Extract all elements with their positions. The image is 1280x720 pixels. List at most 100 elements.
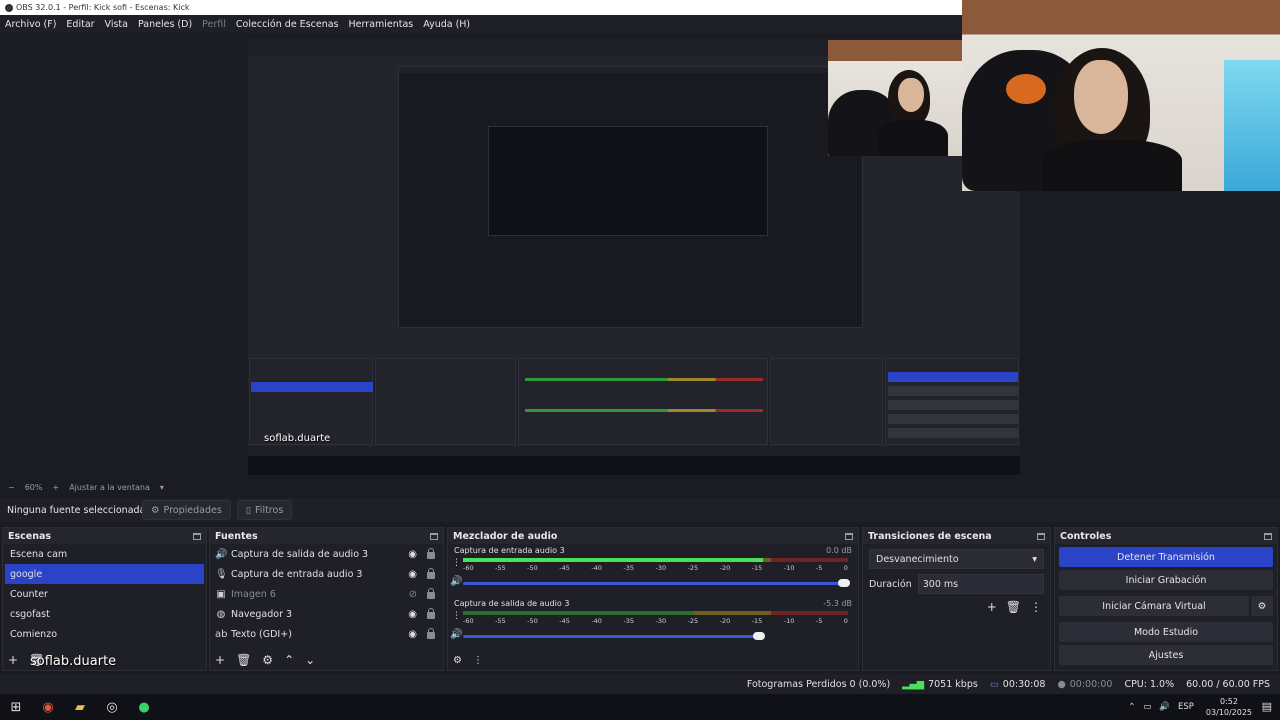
channel-menu-icon[interactable]: ⋮ <box>452 558 461 568</box>
nested-mixer-dock <box>518 358 768 445</box>
meter-tick-label: -25 <box>687 564 699 572</box>
notifications-icon[interactable]: ▤ <box>1262 700 1272 713</box>
undock-icon[interactable] <box>845 532 853 540</box>
advanced-audio-icon[interactable]: ⚙ <box>453 655 462 666</box>
menu-vista[interactable]: Vista <box>105 19 128 30</box>
file-explorer-icon[interactable]: ▰ <box>64 694 96 720</box>
duration-input[interactable]: 300 ms <box>917 574 1044 594</box>
move-down-icon[interactable]: ⌄ <box>305 653 315 667</box>
eye-icon[interactable]: ◉ <box>408 629 417 640</box>
volume-slider[interactable] <box>463 632 766 640</box>
meter-tick-label: -55 <box>495 617 506 625</box>
fit-window-label[interactable]: Ajustar a la ventana <box>69 483 150 492</box>
studio-mode-button[interactable]: Modo Estudio <box>1059 622 1273 642</box>
source-item[interactable]: 🔊 Captura de salida de audio 3 ◉ <box>210 544 443 564</box>
add-transition-icon[interactable]: + <box>987 600 997 614</box>
chrome-icon[interactable]: ◉ <box>32 694 64 720</box>
scene-item-comienzo[interactable]: Comienzo <box>3 624 206 644</box>
add-scene-icon[interactable]: + <box>8 653 18 667</box>
undock-icon[interactable] <box>1037 532 1045 540</box>
filter-icon: ▯ <box>245 504 252 516</box>
eye-icon[interactable]: ◉ <box>408 549 417 560</box>
source-properties-gear-icon[interactable]: ⚙ <box>262 653 273 667</box>
remove-source-icon[interactable]: 🗑 <box>236 653 251 667</box>
volume-knob[interactable] <box>753 632 766 640</box>
move-up-icon[interactable]: ⌃ <box>284 653 294 667</box>
clock[interactable]: 0:52 03/10/2025 <box>1206 696 1252 718</box>
undock-icon[interactable] <box>1264 532 1272 540</box>
transition-menu-icon[interactable]: ⋮ <box>1030 600 1042 614</box>
scene-item-escena-cam[interactable]: Escena cam <box>3 544 206 564</box>
mixer-title: Mezclador de audio <box>453 530 558 542</box>
eye-icon[interactable]: ◉ <box>408 569 417 580</box>
zoom-menu-caret-icon[interactable]: ▾ <box>160 483 164 492</box>
fps: 60.00 / 60.00 FPS <box>1186 678 1270 690</box>
mixer-menu-icon[interactable]: ⋮ <box>473 655 483 666</box>
scene-item-csgofast[interactable]: csgofast <box>3 604 206 624</box>
network-icon[interactable]: ▭ <box>1143 702 1151 712</box>
eye-hidden-icon[interactable]: ⊘ <box>409 589 417 600</box>
undock-icon[interactable] <box>193 532 201 540</box>
source-item[interactable]: ◍ Navegador 3 ◉ <box>210 604 443 624</box>
volume-knob[interactable] <box>838 579 850 587</box>
meter-tick-label: -20 <box>719 564 731 572</box>
menu-archivo[interactable]: Archivo (F) <box>5 19 56 30</box>
transition-select[interactable]: Desvanecimiento ▾ <box>869 549 1044 569</box>
stream-time: 00:30:08 <box>1002 678 1046 690</box>
sources-footer: + 🗑 ⚙ ⌃ ⌄ <box>210 650 443 670</box>
lock-icon[interactable] <box>427 568 435 579</box>
remove-transition-icon[interactable]: 🗑 <box>1006 600 1021 614</box>
image-icon: ▣ <box>216 588 226 600</box>
meter-ticks: -60 -55 -50 -45 -40 -35 -30 -25 -20 -15 -10 -5 0 <box>463 617 848 625</box>
keyboard-language[interactable]: ESP <box>1178 702 1194 712</box>
lock-icon[interactable] <box>427 628 435 639</box>
zoom-plus-icon[interactable]: + <box>52 483 59 492</box>
lock-icon[interactable] <box>427 588 435 599</box>
mute-speaker-icon[interactable]: 🔊 <box>450 576 462 587</box>
nested-menu-bar-2 <box>399 67 862 73</box>
menu-paneles[interactable]: Paneles (D) <box>138 19 192 30</box>
zoom-level[interactable]: 60% <box>25 483 43 492</box>
stop-streaming-button[interactable]: Detener Transmisión <box>1059 547 1273 567</box>
menu-editar[interactable]: Editar <box>66 19 94 30</box>
virtual-camera-settings-gear-icon[interactable]: ⚙ <box>1251 596 1273 616</box>
obs-icon[interactable]: ◎ <box>96 694 128 720</box>
menu-herramientas[interactable]: Herramientas <box>349 19 414 30</box>
duration-label: Duración <box>869 578 912 590</box>
channel-menu-icon[interactable]: ⋮ <box>452 611 461 621</box>
nested-status-bar <box>248 446 1020 456</box>
source-item[interactable]: ab Texto (GDI+) ◉ <box>210 624 443 644</box>
zoom-minus-icon[interactable]: − <box>8 483 15 492</box>
menu-perfil[interactable]: Perfil <box>202 19 226 30</box>
pc-case <box>1224 60 1280 191</box>
volume-icon[interactable]: 🔊 <box>1159 702 1170 712</box>
source-item[interactable]: ▣ Imagen 6 ⊘ <box>210 584 443 604</box>
meter-red-zone <box>771 558 848 562</box>
source-label: Imagen 6 <box>231 588 276 600</box>
source-label: Navegador 3 <box>231 608 293 620</box>
tray-chevron-up-icon[interactable]: ⌃ <box>1128 702 1135 712</box>
scene-item-google[interactable]: google <box>5 564 204 584</box>
settings-button[interactable]: Ajustes <box>1059 645 1273 665</box>
lock-icon[interactable] <box>427 548 435 559</box>
scene-item-counter[interactable]: Counter <box>3 584 206 604</box>
meter-red-zone <box>771 611 848 615</box>
windows-start-icon[interactable]: ⊞ <box>0 694 32 720</box>
start-recording-button[interactable]: Iniciar Grabación <box>1059 570 1273 590</box>
menu-coleccion-escenas[interactable]: Colección de Escenas <box>236 19 339 30</box>
meter-tick-label: -35 <box>623 564 635 572</box>
properties-button[interactable]: ⚙ Propiedades <box>142 500 231 520</box>
sources-dock-title: Fuentes <box>210 528 443 544</box>
filters-button[interactable]: ▯ Filtros <box>236 500 293 520</box>
start-virtual-camera-button[interactable]: Iniciar Cámara Virtual <box>1059 596 1249 616</box>
add-source-icon[interactable]: + <box>215 653 225 667</box>
spotify-icon[interactable]: ● <box>128 694 160 720</box>
volume-slider[interactable] <box>463 579 850 587</box>
source-item[interactable]: 🎙 Captura de entrada audio 3 ◉ <box>210 564 443 584</box>
menu-ayuda[interactable]: Ayuda (H) <box>423 19 470 30</box>
eye-icon[interactable]: ◉ <box>408 609 417 620</box>
lock-icon[interactable] <box>427 608 435 619</box>
undock-icon[interactable] <box>430 532 438 540</box>
mute-speaker-icon[interactable]: 🔊 <box>450 629 462 640</box>
scenes-dock: Escenas Escena cam google Counter csgofa… <box>2 527 207 671</box>
